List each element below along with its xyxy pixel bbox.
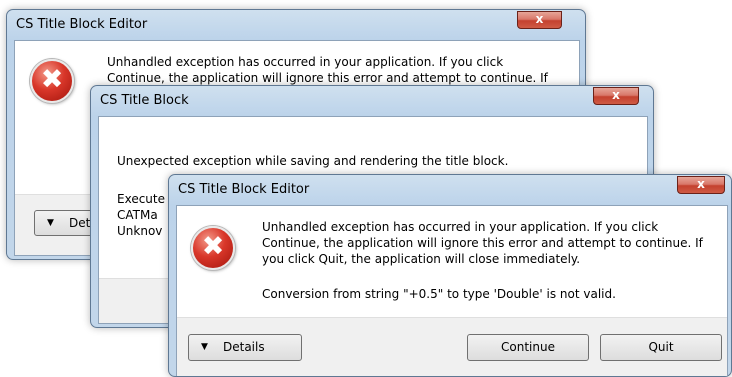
- chevron-down-icon: ▼: [201, 342, 208, 352]
- error-icon: ✖: [191, 226, 235, 270]
- dialog-middle-detail-line-1: Execute: [117, 192, 165, 206]
- dialog-front-titlebar[interactable]: CS Title Block Editor x: [169, 175, 731, 205]
- dialog-front-details-button[interactable]: ▼ Details: [188, 334, 302, 361]
- dialog-front: CS Title Block Editor x ✖ Unhandled exce…: [168, 174, 732, 377]
- dialog-front-close-button[interactable]: x: [677, 176, 725, 194]
- dialog-front-client: ✖ Unhandled exception has occurred in yo…: [176, 205, 728, 376]
- dialog-front-title: CS Title Block Editor: [178, 182, 310, 197]
- dialog-front-conversion-message: Conversion from string "+0.5" to type 'D…: [262, 287, 616, 301]
- dialog-back-message-line-2: Continue, the application will ignore th…: [107, 71, 548, 85]
- dialog-back-message-line-1: Unhandled exception has occurred in your…: [107, 55, 504, 69]
- dialog-back-titlebar[interactable]: CS Title Block Editor x: [7, 10, 585, 40]
- dialog-middle-detail-line-3: Unknov: [117, 224, 163, 238]
- dialog-back-title: CS Title Block Editor: [16, 17, 148, 32]
- chevron-down-icon: ▼: [47, 218, 54, 228]
- dialog-middle-message: Unexpected exception while saving and re…: [117, 154, 509, 168]
- quit-button[interactable]: Quit: [600, 334, 722, 361]
- dialog-middle-close-button[interactable]: x: [593, 87, 639, 105]
- dialog-middle-detail-line-2: CATMa: [117, 208, 158, 222]
- continue-button[interactable]: Continue: [467, 334, 589, 361]
- dialog-front-details-label: Details: [223, 340, 265, 354]
- dialog-front-footer: ▼ Details Continue Quit: [177, 317, 727, 376]
- dialog-front-message-line-1: Unhandled exception has occurred in your…: [262, 220, 659, 234]
- error-icon: ✖: [30, 59, 74, 103]
- dialog-back-close-button[interactable]: x: [517, 11, 562, 29]
- dialog-middle-titlebar[interactable]: CS Title Block x: [91, 86, 653, 116]
- dialog-middle-title: CS Title Block: [100, 93, 189, 108]
- dialog-front-message-line-3: you click Quit, the application will clo…: [262, 252, 581, 266]
- dialog-front-message-line-2: Continue, the application will ignore th…: [262, 236, 703, 250]
